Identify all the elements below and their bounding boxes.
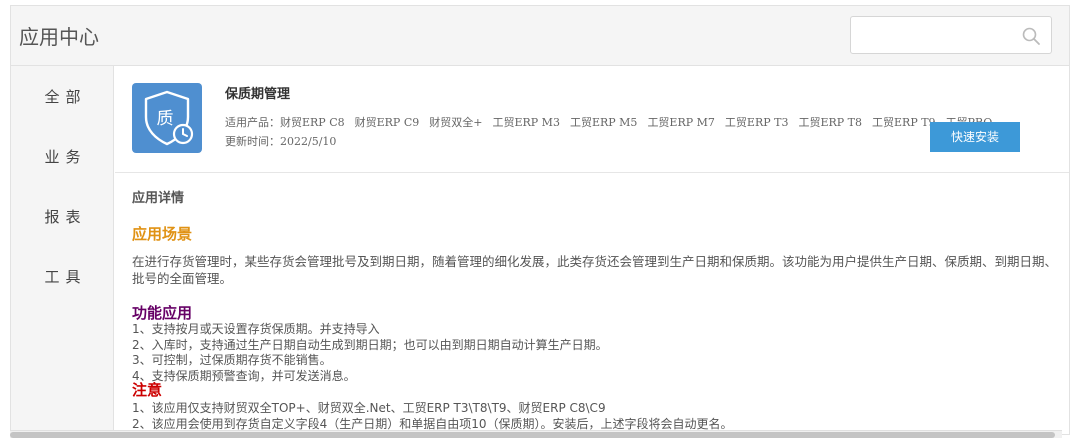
product-tag: 财贸双全+ [429, 116, 483, 128]
page-title: 应用中心 [19, 25, 99, 49]
products-label: 适用产品： [225, 116, 280, 128]
note-heading: 注意 [132, 381, 163, 399]
app-name: 保质期管理 [225, 87, 291, 102]
category-sidebar: 全部 业务 报表 工具 [11, 66, 114, 434]
update-label: 更新时间： [225, 135, 280, 148]
scene-heading: 应用场景 [132, 225, 193, 243]
scrollbar-thumb[interactable] [10, 432, 1055, 438]
list-item: 1、该应用仅支持财贸双全TOP+、财贸双全.Net、工贸ERP T3\T8\T9… [132, 401, 606, 415]
header-bar: 应用中心 [11, 6, 1069, 66]
search-icon[interactable] [1021, 26, 1041, 46]
list-item: 4、支持保质期预警查询，并可发送消息。 [132, 368, 356, 383]
app-center-window: 应用中心 全部 业务 报表 工具 质 保质期管理 适用产品：财贸ERP C8 财贸… [10, 5, 1070, 435]
note-list: 1、该应用仅支持财贸双全TOP+、财贸双全.Net、工贸ERP T3\T8\T9… [132, 401, 1062, 432]
product-tag: 工贸ERP T8 [798, 116, 863, 128]
shelf-life-app-icon: 质 [132, 83, 202, 153]
function-heading: 功能应用 [132, 304, 193, 322]
applicable-products: 适用产品：财贸ERP C8 财贸ERP C9 财贸双全+ 工贸ERP M3 工贸ERP … [225, 114, 1015, 128]
sidebar-item-reports[interactable]: 报表 [11, 206, 114, 227]
app-detail-panel: 质 保质期管理 适用产品：财贸ERP C8 财贸ERP C9 财贸双全+ 工贸ERP … [115, 66, 1069, 434]
sidebar-item-tools[interactable]: 工具 [11, 266, 114, 287]
product-tag: 工贸ERP T3 [724, 116, 789, 128]
update-date: 2022/5/10 [280, 135, 337, 148]
function-list: 1、支持按月或天设置存货保质期。并支持导入 2、入库时，支持通过生产日期自动生成… [132, 322, 1062, 384]
list-item: 1、支持按月或天设置存货保质期。并支持导入 [132, 322, 380, 336]
product-tag: 财贸ERP C8 [280, 116, 345, 128]
update-time: 更新时间：2022/5/10 [225, 133, 336, 149]
list-item: 3、可控制，过保质期存货不能销售。 [132, 353, 332, 367]
list-item: 2、入库时，支持通过生产日期自动生成到期日期；也可以由到期日期自动计算生产日期。 [132, 337, 608, 352]
horizontal-scrollbar[interactable] [10, 430, 1062, 438]
scene-description: 在进行存货管理时，某些存货会管理批号及到期日期，随着管理的细化发展，此类存货还会… [132, 254, 1058, 286]
search-input[interactable] [850, 16, 1052, 54]
quick-install-button[interactable]: 快速安装 [930, 122, 1020, 152]
detail-heading: 应用详情 [132, 191, 185, 206]
shield-clock-icon: 质 [144, 90, 194, 146]
product-tag: 工贸ERP M3 [492, 116, 560, 128]
product-tag: 工贸ERP T9 [872, 116, 936, 128]
app-icon-char: 质 [157, 109, 174, 129]
product-tag: 财贸ERP C9 [354, 116, 420, 128]
product-tag: 工贸ERP M7 [647, 116, 715, 128]
product-tag: 工贸ERP M5 [569, 116, 638, 128]
sidebar-item-business[interactable]: 业务 [11, 146, 114, 167]
sidebar-item-all[interactable]: 全部 [11, 86, 114, 107]
divider [115, 172, 1069, 173]
